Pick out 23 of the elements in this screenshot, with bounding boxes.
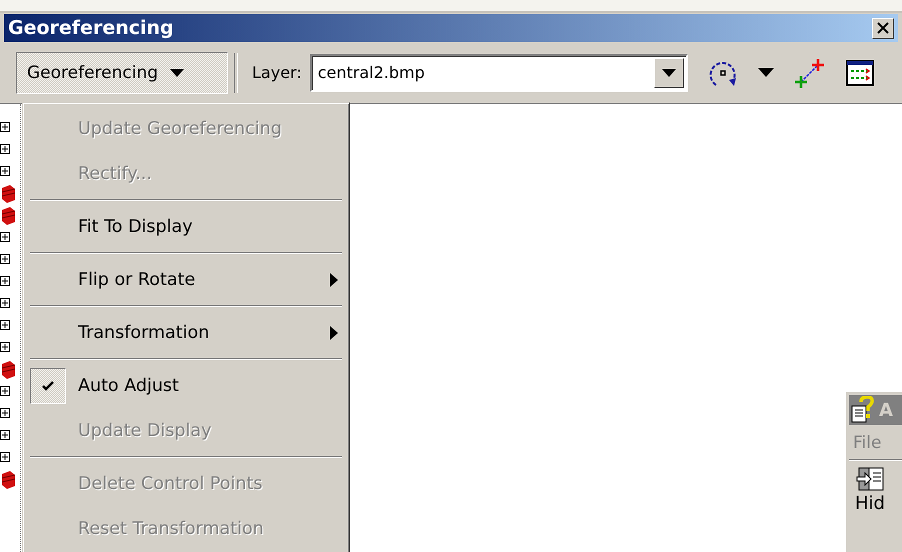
- menu-item[interactable]: Auto Adjust: [28, 363, 344, 408]
- table-icon[interactable]: [844, 58, 876, 88]
- georeferencing-menu-button[interactable]: Georeferencing: [16, 52, 228, 94]
- menu-item[interactable]: Fit To Display: [28, 204, 344, 249]
- menu-item[interactable]: Transformation: [28, 310, 344, 355]
- close-button[interactable]: [872, 18, 894, 38]
- layer-label: Layer:: [252, 63, 302, 82]
- caret-icon: [170, 68, 184, 76]
- layer-icon: [0, 182, 16, 204]
- hide-button[interactable]: Hid: [849, 461, 891, 518]
- panel-arrow-icon: [855, 465, 885, 493]
- caret-icon: [662, 68, 676, 76]
- window-title: Georeferencing: [8, 17, 174, 39]
- layer-icon: [0, 204, 16, 226]
- caret-icon[interactable]: [758, 68, 774, 78]
- menu-item[interactable]: Flip or Rotate: [28, 257, 344, 302]
- checkmark-icon: [41, 380, 55, 392]
- layer-icon: [0, 358, 16, 380]
- close-icon: [876, 21, 890, 35]
- side-window-title: A: [879, 400, 893, 420]
- layer-dropdown[interactable]: central2.bmp: [310, 54, 688, 92]
- layer-icon: [0, 468, 16, 490]
- help-document-icon: [849, 396, 877, 424]
